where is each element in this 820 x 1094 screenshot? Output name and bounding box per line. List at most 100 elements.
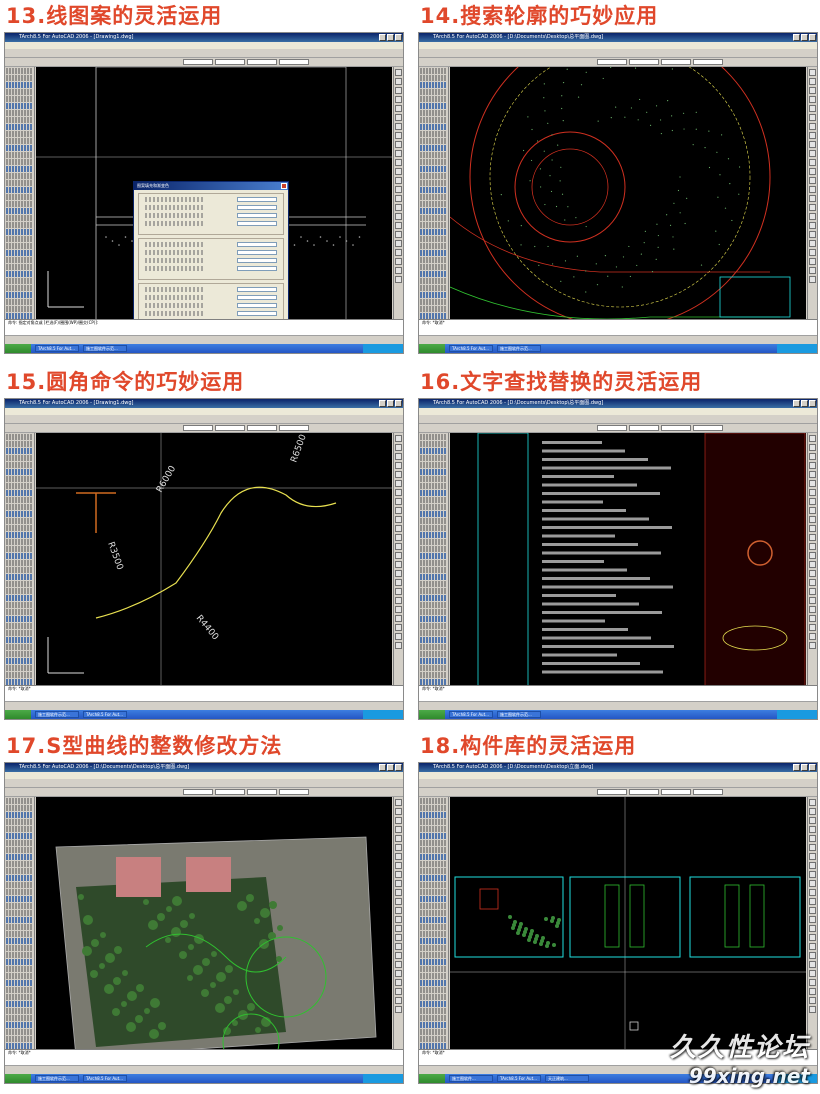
modify-tool-icon[interactable] [809,534,816,541]
modify-tool-icon[interactable] [395,808,402,815]
modify-tool-icon[interactable] [809,249,816,256]
side-menu-item[interactable] [420,469,447,475]
side-menu-item[interactable] [6,651,33,657]
side-menu-item[interactable] [6,469,33,475]
modify-tool-icon[interactable] [395,204,402,211]
modify-tool-icon[interactable] [395,534,402,541]
side-menu-item[interactable] [420,588,447,594]
modify-tool-icon[interactable] [809,507,816,514]
modify-tool-icon[interactable] [395,970,402,977]
layer-dropdown[interactable] [661,59,691,65]
side-menu-item[interactable] [420,826,447,832]
modify-tool-icon[interactable] [809,934,816,941]
side-menu-item[interactable] [6,504,33,510]
side-menu-item[interactable] [6,180,33,186]
side-menu-item[interactable] [420,103,447,109]
modify-tool-icon[interactable] [395,132,402,139]
layer-dropdown[interactable] [693,425,723,431]
side-menu-item[interactable] [6,637,33,643]
side-menu-item[interactable] [420,483,447,489]
modify-tool-icon[interactable] [809,516,816,523]
modify-tool-icon[interactable] [395,844,402,851]
modify-tool-icon[interactable] [809,988,816,995]
modify-tool-icon[interactable] [809,880,816,887]
side-menu-item[interactable] [420,299,447,305]
layer-dropdown[interactable] [215,59,245,65]
side-menu-item[interactable] [6,434,33,440]
layer-dropdown[interactable] [629,425,659,431]
side-menu-item[interactable] [6,812,33,818]
side-menu-item[interactable] [420,448,447,454]
layer-dropdown[interactable] [597,789,627,795]
modify-tool-icon[interactable] [809,979,816,986]
side-menu-item[interactable] [420,994,447,1000]
modify-tool-icon[interactable] [395,570,402,577]
side-menu-item[interactable] [420,180,447,186]
side-menu-item[interactable] [6,441,33,447]
side-menu-item[interactable] [6,574,33,580]
modify-tool-icon[interactable] [395,799,402,806]
side-menu-item[interactable] [420,665,447,671]
modify-tool-icon[interactable] [809,606,816,613]
taskbar-item[interactable]: TArch8.5 For Aut... [83,1075,127,1082]
modify-tool-icon[interactable] [395,267,402,274]
drawing-canvas[interactable]: R6000 R6500 R3500 R4400 [36,433,392,685]
modify-tool-icon[interactable] [809,240,816,247]
side-menu-item[interactable] [420,959,447,965]
side-menu-item[interactable] [6,215,33,221]
modify-tool-icon[interactable] [395,240,402,247]
modify-tool-icon[interactable] [809,642,816,649]
side-menu-item[interactable] [420,518,447,524]
side-menu-item[interactable] [6,490,33,496]
modify-tool-icon[interactable] [395,862,402,869]
side-menu-item[interactable] [6,833,33,839]
side-menu-item[interactable] [420,110,447,116]
modify-tool-icon[interactable] [809,471,816,478]
start-button[interactable] [419,710,445,719]
tarch-side-menu[interactable] [5,433,35,685]
modify-tool-icon[interactable] [809,195,816,202]
minimize-icon[interactable] [379,34,386,41]
modify-tool-icon[interactable] [809,543,816,550]
modify-tool-icon[interactable] [395,597,402,604]
side-menu-item[interactable] [6,553,33,559]
side-menu-item[interactable] [420,980,447,986]
side-menu-item[interactable] [6,623,33,629]
modify-tool-icon[interactable] [809,943,816,950]
modify-tool-icon[interactable] [395,516,402,523]
close-icon[interactable] [395,764,402,771]
modify-tool-icon[interactable] [809,871,816,878]
maximize-icon[interactable] [801,400,808,407]
modify-tool-icon[interactable] [809,123,816,130]
layer-dropdown[interactable] [597,425,627,431]
layer-dropdown[interactable] [279,59,309,65]
side-menu-item[interactable] [6,173,33,179]
side-menu-item[interactable] [420,250,447,256]
side-menu-item[interactable] [420,938,447,944]
side-menu-item[interactable] [6,131,33,137]
modify-tool-icon[interactable] [809,624,816,631]
side-menu-item[interactable] [420,462,447,468]
side-menu-item[interactable] [420,441,447,447]
side-menu-item[interactable] [420,1029,447,1035]
modify-tool-icon[interactable] [809,525,816,532]
side-menu-item[interactable] [6,560,33,566]
side-menu-item[interactable] [420,917,447,923]
side-menu-item[interactable] [420,553,447,559]
side-menu-item[interactable] [6,1029,33,1035]
modify-tool-icon[interactable] [395,561,402,568]
side-menu-item[interactable] [6,917,33,923]
side-menu-item[interactable] [420,623,447,629]
side-menu-item[interactable] [420,264,447,270]
side-menu-item[interactable] [420,903,447,909]
modify-tool-icon[interactable] [809,835,816,842]
side-menu-item[interactable] [420,504,447,510]
modify-tool-icon[interactable] [395,123,402,130]
modify-tool-icon[interactable] [395,898,402,905]
menu-bar[interactable] [5,772,403,779]
side-menu-item[interactable] [420,672,447,678]
side-menu-item[interactable] [420,497,447,503]
modify-tool-icon[interactable] [395,871,402,878]
side-menu-item[interactable] [6,299,33,305]
dialog-field[interactable] [237,205,277,210]
